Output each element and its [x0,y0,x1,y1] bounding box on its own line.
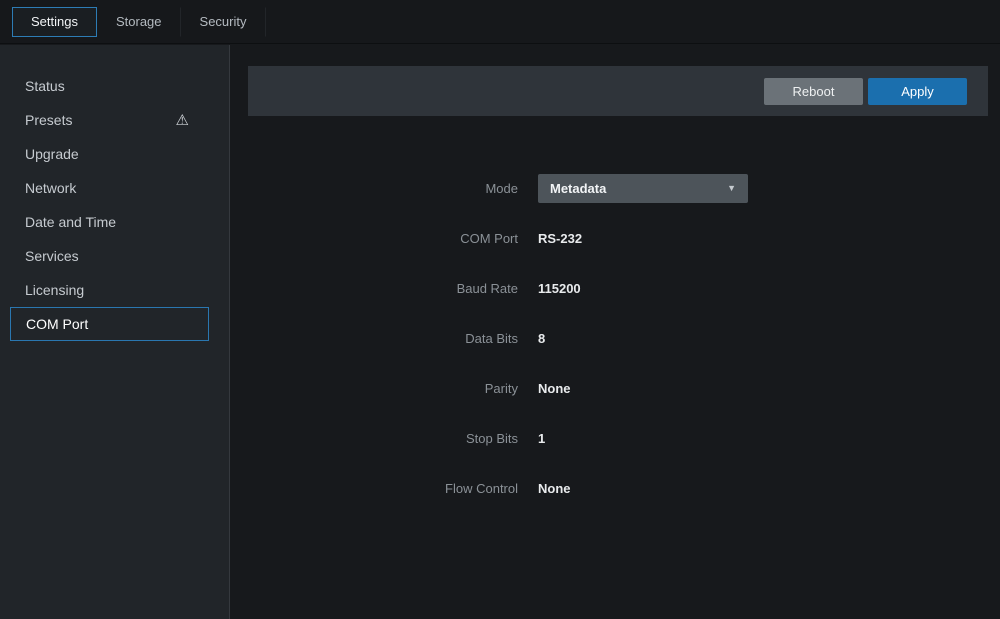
mode-select[interactable]: Metadata ▼ [538,174,748,203]
sidebar-item-label: Network [25,180,76,196]
form-row-data-bits: Data Bits 8 [248,313,988,363]
sidebar-item-label: Upgrade [25,146,79,162]
sidebar-item-label: Licensing [25,282,84,298]
flow-control-value: None [538,481,571,496]
sidebar-item-network[interactable]: Network [0,171,229,205]
com-port-form: Mode Metadata ▼ COM Port RS-232 Baud Rat… [248,163,988,513]
form-row-flow-control: Flow Control None [248,463,988,513]
form-row-mode: Mode Metadata ▼ [248,163,988,213]
mode-selected-value: Metadata [550,181,606,196]
mode-label: Mode [248,181,538,196]
top-navigation-bar: Settings Storage Security [0,0,1000,44]
baud-rate-label: Baud Rate [248,281,538,296]
sidebar-item-services[interactable]: Services [0,239,229,273]
tab-storage[interactable]: Storage [97,7,181,37]
sidebar-item-label: COM Port [26,316,88,332]
sidebar-item-label: Presets [25,112,72,128]
sidebar-item-com-port[interactable]: COM Port [10,307,209,341]
baud-rate-value: 115200 [538,281,581,296]
stop-bits-label: Stop Bits [248,431,538,446]
sidebar-item-label: Services [25,248,79,264]
com-port-settings-panel: Reboot Apply Mode Metadata ▼ COM Port RS… [231,45,1000,619]
tab-security[interactable]: Security [181,7,266,37]
form-row-baud-rate: Baud Rate 115200 [248,263,988,313]
form-row-stop-bits: Stop Bits 1 [248,413,988,463]
data-bits-label: Data Bits [248,331,538,346]
sidebar-item-date-and-time[interactable]: Date and Time [0,205,229,239]
tab-settings[interactable]: Settings [12,7,97,37]
stop-bits-value: 1 [538,431,545,446]
form-row-parity: Parity None [248,363,988,413]
form-row-com-port: COM Port RS-232 [248,213,988,263]
warning-icon: ⚠ [176,113,189,128]
reboot-button[interactable]: Reboot [764,78,863,105]
settings-sidebar: Status Presets ⚠ Upgrade Network Date an… [0,45,230,619]
sidebar-item-upgrade[interactable]: Upgrade [0,137,229,171]
com-port-label: COM Port [248,231,538,246]
data-bits-value: 8 [538,331,545,346]
sidebar-item-licensing[interactable]: Licensing [0,273,229,307]
apply-button[interactable]: Apply [868,78,967,105]
chevron-down-icon: ▼ [727,183,736,193]
parity-label: Parity [248,381,538,396]
sidebar-item-label: Status [25,78,65,94]
flow-control-label: Flow Control [248,481,538,496]
sidebar-item-label: Date and Time [25,214,116,230]
com-port-value: RS-232 [538,231,582,246]
sidebar-item-status[interactable]: Status [0,69,229,103]
action-bar: Reboot Apply [248,66,988,116]
sidebar-item-presets[interactable]: Presets ⚠ [0,103,229,137]
parity-value: None [538,381,571,396]
